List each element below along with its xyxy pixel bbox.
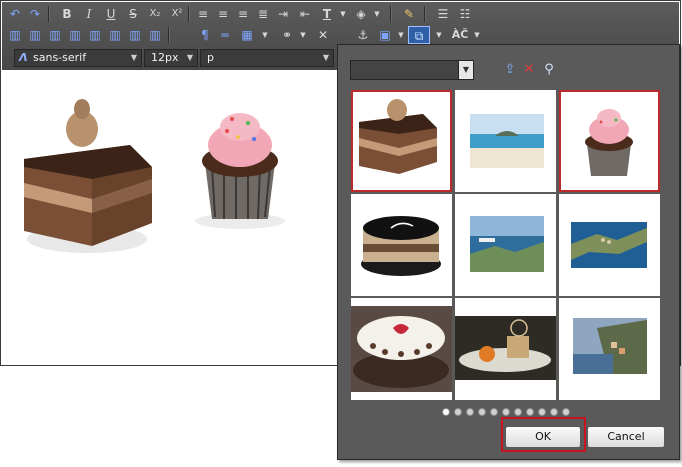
horizontal-rule-icon[interactable]: ═ xyxy=(216,26,234,44)
redo-icon[interactable]: ↷ xyxy=(26,5,44,23)
chevron-down-icon[interactable]: ▼ xyxy=(256,26,274,44)
toolbar-separator xyxy=(168,27,170,43)
italic-icon[interactable]: I xyxy=(80,5,98,23)
page-dot[interactable] xyxy=(562,408,570,416)
editor-content-area[interactable] xyxy=(2,71,339,365)
thumbnail-beach-photo[interactable] xyxy=(455,90,556,192)
page-dot[interactable] xyxy=(454,408,462,416)
outdent-icon[interactable]: ⇤ xyxy=(296,5,314,23)
toolbar-separator xyxy=(424,6,426,22)
layout-icon[interactable]: ▥ xyxy=(66,26,84,44)
cliff-town-photo-icon xyxy=(573,318,647,374)
undo-icon[interactable]: ↶ xyxy=(6,5,24,23)
subscript-icon[interactable]: X₂ xyxy=(146,5,164,23)
delete-icon[interactable]: ✕ xyxy=(520,61,538,79)
decorated-cake-icon xyxy=(351,306,452,392)
page-dot[interactable] xyxy=(478,408,486,416)
align-right-icon[interactable]: ≡ xyxy=(234,5,252,23)
clear-format-icon[interactable]: ✎ xyxy=(400,5,418,23)
table-icon[interactable]: ▦ xyxy=(238,26,256,44)
layout-icon[interactable]: ▥ xyxy=(86,26,104,44)
chevron-down-icon[interactable]: ▼ xyxy=(334,5,352,23)
gallery-filter-select[interactable]: ▼ xyxy=(350,60,474,80)
image-gallery-icon[interactable]: ⧉ xyxy=(408,26,430,44)
upload-icon[interactable]: ⇪ xyxy=(501,61,519,79)
thumbnail-dessert-plate[interactable] xyxy=(455,298,556,400)
indent-icon[interactable]: ⇥ xyxy=(274,5,292,23)
unlink-icon[interactable]: ✕ xyxy=(314,26,332,44)
layout-icon[interactable]: ▥ xyxy=(106,26,124,44)
layout-icon[interactable]: ▥ xyxy=(126,26,144,44)
pink-cupcake-icon xyxy=(585,109,633,176)
layout-icon[interactable]: ▥ xyxy=(146,26,164,44)
thumbnail-chocolate-cake[interactable] xyxy=(351,90,452,192)
block-format-value: p xyxy=(207,51,214,64)
ok-button[interactable]: OK xyxy=(505,426,581,448)
chevron-down-icon[interactable]: ▼ xyxy=(294,26,312,44)
thumbnail-cliff-town-photo[interactable] xyxy=(559,298,660,400)
page-dot[interactable] xyxy=(442,408,450,416)
font-family-select[interactable]: Λ sans-serif ▼ xyxy=(14,49,142,67)
bullet-list-icon[interactable]: ☷ xyxy=(456,5,474,23)
layout-icon[interactable]: ▥ xyxy=(26,26,44,44)
chevron-down-icon[interactable]: ▼ xyxy=(430,26,448,44)
coastal-village-photo-icon xyxy=(571,222,647,268)
align-center-icon[interactable]: ≡ xyxy=(214,5,232,23)
chevron-down-icon[interactable]: ▼ xyxy=(468,26,486,44)
page-dot[interactable] xyxy=(502,408,510,416)
dessert-plate-icon xyxy=(455,316,556,380)
chevron-down-icon[interactable]: ▼ xyxy=(458,61,473,79)
superscript-icon[interactable]: X² xyxy=(168,5,186,23)
align-left-icon[interactable]: ≡ xyxy=(194,5,212,23)
anchor-icon[interactable]: ⚓ xyxy=(354,26,372,44)
page-dot[interactable] xyxy=(490,408,498,416)
font-size-select[interactable]: 12px ▼ xyxy=(144,49,198,67)
layout-icon[interactable]: ▥ xyxy=(46,26,64,44)
bold-icon[interactable]: B xyxy=(58,5,76,23)
chevron-down-icon: ▼ xyxy=(322,53,329,62)
thumbnail-round-mousse-cake[interactable] xyxy=(351,194,452,296)
underline-icon[interactable]: U xyxy=(102,5,120,23)
chocolate-cake-icon xyxy=(359,99,437,174)
chevron-down-icon[interactable]: ▼ xyxy=(368,5,386,23)
font-family-icon: Λ xyxy=(19,51,28,64)
block-format-select[interactable]: p ▼ xyxy=(200,49,334,67)
toolbar-row-1: ↶ ↷ B I U S X₂ X² ≡ ≡ ≡ ≣ ⇥ ⇤ T ▼ ◈ ▼ ✎ … xyxy=(6,4,675,26)
align-justify-icon[interactable]: ≣ xyxy=(254,5,272,23)
zoom-icon[interactable]: ⚲ xyxy=(540,61,558,79)
page-dot[interactable] xyxy=(466,408,474,416)
gallery-filter-input[interactable] xyxy=(351,61,467,79)
content-images xyxy=(24,99,285,253)
toolbar-separator xyxy=(188,6,190,22)
page-dot[interactable] xyxy=(538,408,546,416)
harbor-photo-icon xyxy=(470,216,544,272)
paragraph-mark-icon[interactable]: ¶ xyxy=(196,26,214,44)
beach-photo-icon xyxy=(470,114,544,168)
page-dot[interactable] xyxy=(514,408,522,416)
font-size-value: 12px xyxy=(151,51,179,64)
pink-cupcake-image[interactable] xyxy=(195,113,285,229)
thumbnail-decorated-cake[interactable] xyxy=(351,298,452,400)
strikethrough-icon[interactable]: S xyxy=(124,5,142,23)
cancel-button[interactable]: Cancel xyxy=(587,426,665,448)
numbered-list-icon[interactable]: ☰ xyxy=(434,5,452,23)
thumbnail-harbor-photo[interactable] xyxy=(455,194,556,296)
chevron-down-icon: ▼ xyxy=(130,53,137,62)
chocolate-cake-image[interactable] xyxy=(24,99,152,253)
image-gallery-dialog: ▼ ⇪ ✕ ⚲ OK Cancel xyxy=(337,44,680,460)
page-dot[interactable] xyxy=(550,408,558,416)
thumbnail-pink-cupcake[interactable] xyxy=(559,90,660,192)
layout-icon[interactable]: ▥ xyxy=(6,26,24,44)
font-family-value: sans-serif xyxy=(33,51,87,64)
toolbar-separator xyxy=(390,6,392,22)
chevron-down-icon: ▼ xyxy=(186,53,193,62)
round-mousse-cake-icon xyxy=(361,216,441,276)
page-dot[interactable] xyxy=(526,408,534,416)
toolbar-separator xyxy=(48,6,50,22)
thumbnail-coastal-village-photo[interactable] xyxy=(559,194,660,296)
